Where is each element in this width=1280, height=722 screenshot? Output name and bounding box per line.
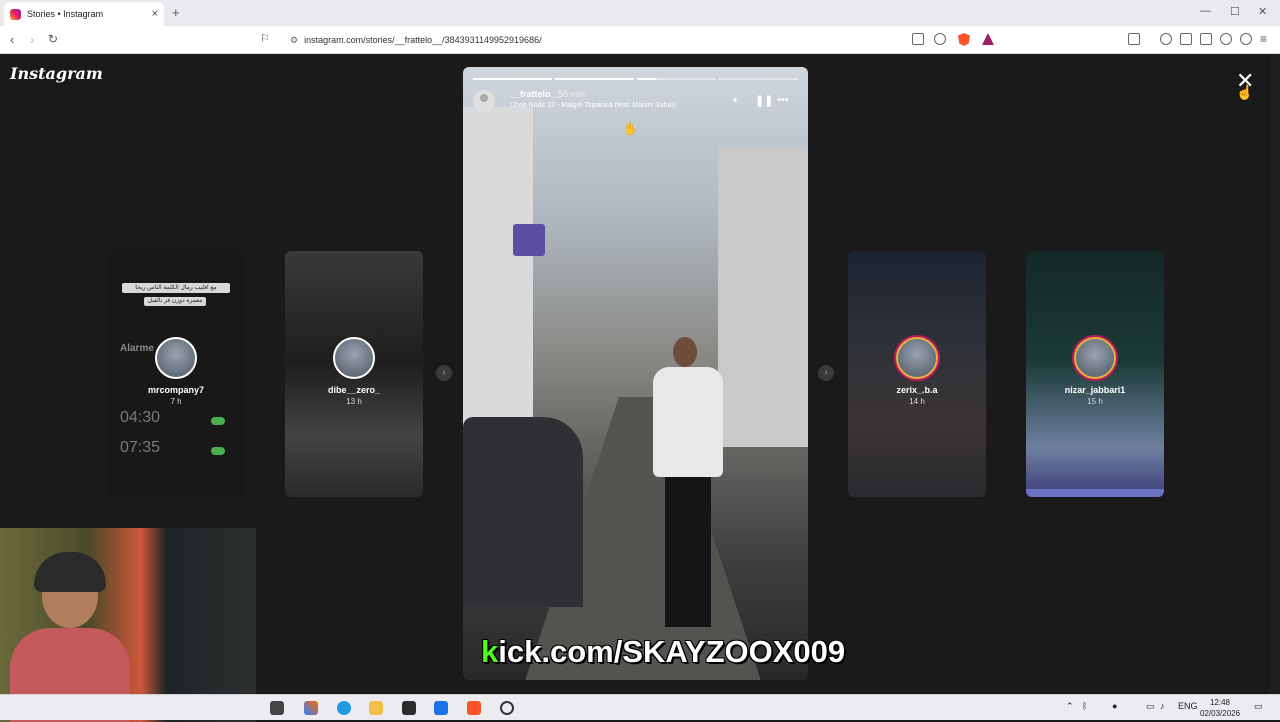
mouse-cursor-icon: ☝: [1236, 84, 1254, 100]
story-text-line: معمرة دوزن فر بالقبل: [144, 297, 206, 306]
menu-icon[interactable]: ≡: [1260, 32, 1267, 46]
hand-icon: ✋: [623, 122, 638, 136]
back-icon[interactable]: ‹: [10, 32, 14, 47]
story-song[interactable]: Cheb Nadir 22 - Malgré Tsiparina (feat. …: [510, 102, 676, 109]
avatar: [333, 337, 375, 379]
bluetooth-icon[interactable]: ᛒ: [1082, 701, 1087, 711]
alarm-time: 04:30: [120, 409, 161, 426]
store-icon[interactable]: [402, 701, 416, 715]
current-story[interactable]: ✋ __frattelo__ 56 min Cheb Nadir 22 - Ma…: [463, 67, 808, 680]
file-explorer-icon[interactable]: [369, 701, 383, 715]
story-photo-building: [463, 107, 533, 427]
alarm-toggle: [211, 417, 225, 425]
story-time: 56 min: [558, 89, 586, 99]
volume-icon[interactable]: ♪: [1160, 701, 1165, 711]
mail-icon[interactable]: [434, 701, 448, 715]
story-preview-dibe__zero_[interactable]: dibe__zero_ 13 h: [285, 251, 423, 497]
story-photo-building: [718, 147, 808, 447]
story-time: 13 h: [346, 397, 362, 406]
forward-icon[interactable]: ›: [30, 32, 34, 47]
next-story-arrow-icon[interactable]: ›: [818, 365, 834, 381]
new-tab-button[interactable]: +: [172, 5, 180, 20]
notifications-icon[interactable]: ▭: [1254, 701, 1263, 712]
reload-icon[interactable]: ↻: [48, 32, 58, 46]
sound-icon[interactable]: 🔈︎: [733, 94, 740, 107]
alarm-toggle: [211, 447, 225, 455]
story-progress-bar: [473, 78, 798, 80]
brave-shields-icon[interactable]: [958, 33, 970, 46]
alarm-time: 07:35: [120, 439, 161, 456]
webcam-overlay: [0, 528, 256, 722]
vpn-icon[interactable]: [1240, 33, 1252, 45]
alarm-title: Alarme: [120, 343, 154, 354]
story-username: dibe__zero_: [327, 385, 381, 395]
story-preview-mrcompany7[interactable]: مع اقليت رمال الكلمة الناس ريحا معمرة دو…: [107, 251, 245, 497]
pause-icon[interactable]: ❚❚: [755, 94, 773, 107]
instagram-logo[interactable]: Instagram: [10, 64, 103, 83]
story-username: mrcompany7: [147, 385, 205, 395]
screen-cast-icon[interactable]: [912, 33, 924, 45]
avatar: [155, 337, 197, 379]
story-photo-car: [463, 417, 583, 607]
share-icon[interactable]: [934, 33, 946, 45]
mic-icon[interactable]: ●: [1112, 701, 1117, 711]
avatar: [1074, 337, 1116, 379]
story-text-line: مع اقليت رمال الكلمة الناس ريحا: [122, 283, 230, 293]
story-preview-zerix_.b.a[interactable]: zerix_.b.a 14 h: [848, 251, 986, 497]
stream-overlay-text: kick.com/SKAYZOOX009: [481, 634, 846, 669]
progress-segment: [719, 78, 798, 80]
clock-date: 02/03/2026: [1200, 709, 1241, 718]
progress-segment: [555, 78, 634, 80]
story-time: 14 h: [909, 397, 925, 406]
extensions-icon[interactable]: [1128, 33, 1140, 45]
bookmark-icon[interactable]: ⚐: [260, 32, 270, 45]
story-sticker[interactable]: [513, 224, 545, 256]
task-view-icon[interactable]: [270, 701, 284, 715]
instagram-favicon-icon: [10, 8, 21, 20]
copilot-icon[interactable]: [304, 701, 318, 715]
brave-taskbar-icon[interactable]: [467, 701, 481, 715]
browser-tab[interactable]: Stories • Instagram ×: [4, 2, 164, 26]
maximize-button[interactable]: ☐: [1230, 5, 1240, 18]
progress-segment: [637, 78, 716, 80]
language-indicator[interactable]: ENG: [1178, 701, 1198, 711]
clock[interactable]: 12:48 02/03/2026: [1200, 697, 1240, 719]
brave-rewards-icon[interactable]: [982, 33, 994, 45]
tray-chevron-icon[interactable]: ⌃: [1066, 701, 1074, 712]
url-text: instagram.com/stories/__frattelo__/38439…: [304, 35, 542, 45]
progress-segment: [473, 78, 552, 80]
more-icon[interactable]: •••: [777, 94, 789, 106]
edge-icon[interactable]: [337, 701, 351, 715]
page-scrollbar[interactable]: [1270, 54, 1280, 694]
window-close-button[interactable]: ✕: [1258, 5, 1267, 18]
url-field[interactable]: ⚙ instagram.com/stories/__frattelo__/384…: [290, 32, 910, 48]
clock-time: 12:48: [1209, 698, 1231, 707]
taskbar: ⌃ ᛒ ● ▭ ♪ ENG 12:48 02/03/2026 ▭: [0, 694, 1280, 720]
tab-bar: Stories • Instagram × + — ☐ ✕: [0, 0, 1280, 26]
music-icon[interactable]: [1160, 33, 1172, 45]
user-avatar[interactable]: [473, 90, 495, 112]
avatar: [896, 337, 938, 379]
wallet-icon[interactable]: [1200, 33, 1212, 45]
story-username[interactable]: __frattelo__: [510, 89, 561, 99]
webcam-headset: [34, 552, 106, 592]
story-preview-nizar_jabbari1[interactable]: nizar_jabbari1 15 h: [1026, 251, 1164, 497]
sidebar-icon[interactable]: [1180, 33, 1192, 45]
tab-title: Stories • Instagram: [27, 9, 104, 19]
story-time: 7 h: [170, 397, 182, 406]
address-bar: ‹ › ↻ ⚐ ⚙ instagram.com/stories/__fratte…: [0, 26, 1280, 54]
tab-close-icon[interactable]: ×: [152, 8, 158, 20]
leo-ai-icon[interactable]: [1220, 33, 1232, 45]
story-photo-person: [653, 337, 723, 637]
story-username: zerix_.b.a: [896, 385, 938, 395]
minimize-button[interactable]: —: [1200, 5, 1211, 17]
previous-story-arrow-icon[interactable]: ‹: [436, 365, 452, 381]
network-icon[interactable]: ▭: [1146, 701, 1155, 712]
story-time: 15 h: [1087, 397, 1103, 406]
obs-icon[interactable]: [500, 701, 514, 715]
site-info-icon[interactable]: ⚙: [290, 35, 298, 46]
story-username: nizar_jabbari1: [1064, 385, 1126, 395]
